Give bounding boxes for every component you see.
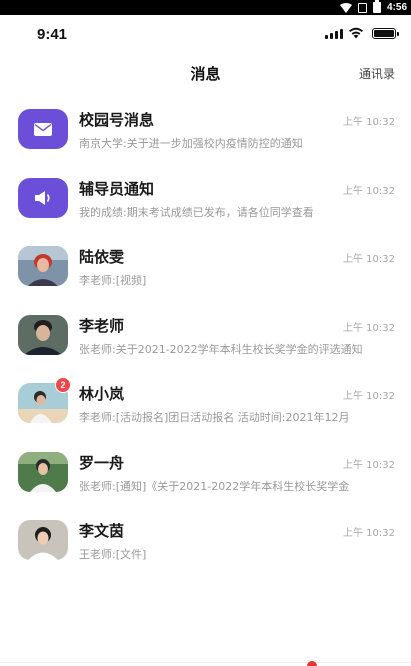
conversation-title: 李老师 [79, 316, 125, 335]
wifi-icon [339, 2, 352, 13]
conversation-preview: 张老师:[通知]《关于2021-2022学年本科生校长奖学金 [79, 479, 350, 493]
unread-badge: 2 [55, 377, 71, 393]
tab-indicator [307, 661, 317, 666]
cellular-signal-icon [325, 29, 343, 39]
avatar [18, 520, 68, 560]
envelope-icon [34, 122, 52, 136]
conversation-item[interactable]: 李文茵 上午 10:32 王老师:[文件] [0, 503, 411, 572]
conversation-preview: 王老师:[文件] [79, 548, 147, 561]
conversation-title: 林小岚 [79, 385, 125, 403]
conversation-title: 陆依雯 [79, 248, 125, 266]
conversation-item-counselor[interactable]: 辅导员通知 上午 10:32 我的成绩:期末考试成绩已发布，请各位同学查看 [0, 161, 411, 230]
page-title: 消息 [190, 65, 221, 83]
conversation-preview: 张老师:关于2021-2022学年本科生校长奖学金的评选通知 [79, 342, 363, 356]
conversation-time: 上午 10:32 [343, 528, 395, 539]
conversation-time: 上午 10:32 [343, 391, 395, 402]
user-photo [18, 520, 68, 560]
conversation-time: 上午 10:32 [343, 254, 395, 265]
user-photo [18, 451, 68, 492]
conversation-title: 罗一舟 [79, 453, 125, 472]
conversation-item[interactable]: 李老师 上午 10:32 张老师:关于2021-2022学年本科生校长奖学金的评… [0, 298, 411, 367]
top-navigation: 消息 通讯录 [0, 57, 411, 91]
tab-bar-divider [0, 662, 411, 663]
megaphone-icon [35, 190, 50, 205]
conversation-item-campus[interactable]: 校园号消息 上午 10:32 南京大学:关于进一步加强校内疫情防控的通知 [0, 92, 411, 161]
conversation-time: 上午 10:32 [343, 459, 395, 471]
avatar [18, 109, 68, 149]
user-photo [18, 314, 68, 355]
conversation-title: 辅导员通知 [79, 179, 155, 198]
conversation-time: 上午 10:32 [343, 322, 395, 334]
conversation-time: 上午 10:32 [343, 117, 395, 128]
user-photo [18, 246, 68, 286]
contacts-link[interactable]: 通讯录 [359, 65, 395, 82]
ios-status-bar: 9:41 [0, 15, 411, 57]
conversation-item[interactable]: 陆依雯 上午 10:32 李老师:[视频] [0, 229, 411, 298]
conversation-item[interactable]: 罗一舟 上午 10:32 张老师:[通知]《关于2021-2022学年本科生校长… [0, 435, 411, 504]
conversation-item[interactable]: 2 林小岚 上午 10:32 李老师:[活动报名]团日活动报名 活动时间:202… [0, 366, 411, 435]
avatar [18, 177, 68, 218]
conversation-preview: 李老师:[视频] [79, 274, 147, 287]
conversation-list: 校园号消息 上午 10:32 南京大学:关于进一步加强校内疫情防控的通知 辅导员… [0, 92, 411, 572]
conversation-title: 校园号消息 [79, 111, 155, 129]
ios-time: 9:41 [37, 26, 68, 43]
avatar [18, 246, 68, 286]
battery-icon [372, 0, 381, 13]
sim-icon [357, 2, 367, 13]
avatar [18, 314, 68, 355]
conversation-time: 上午 10:32 [343, 185, 395, 197]
wifi-icon [349, 27, 363, 39]
conversation-preview: 我的成绩:期末考试成绩已发布，请各位同学查看 [79, 205, 314, 219]
conversation-title: 李文茵 [79, 522, 125, 540]
android-time: 4:56 [386, 2, 407, 13]
avatar [18, 451, 68, 492]
battery-icon [372, 28, 399, 39]
conversation-preview: 南京大学:关于进一步加强校内疫情防控的通知 [79, 137, 303, 150]
conversation-preview: 李老师:[活动报名]团日活动报名 活动时间:2021年12月 [79, 411, 350, 424]
android-status-bar: 4:56 [0, 0, 411, 15]
